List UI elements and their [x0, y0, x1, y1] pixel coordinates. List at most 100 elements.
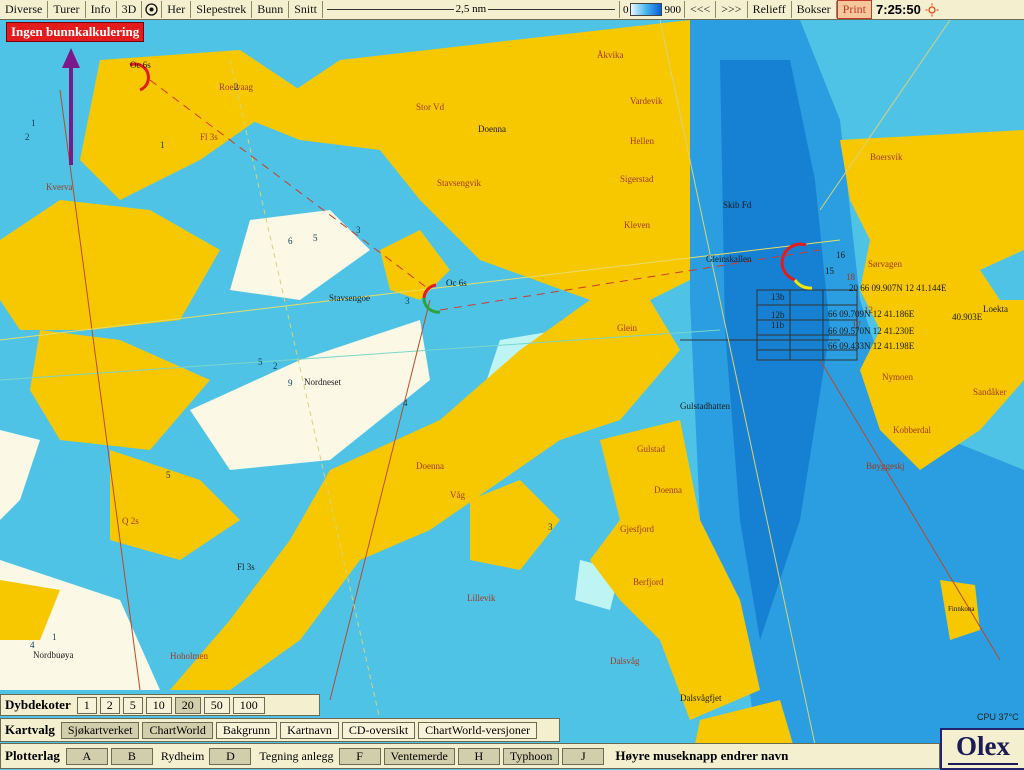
place-label: Gulstad [637, 444, 665, 454]
sun-icon [925, 3, 939, 17]
place-label: Våg [450, 490, 465, 500]
chart-cd-oversikt-button[interactable]: CD-oversikt [341, 721, 416, 739]
depth-contours-panel: Dybdekoter 1 2 5 10 20 50 100 [0, 694, 320, 716]
place-label: Lillevik [467, 593, 496, 603]
place-label: Skib Fd [723, 200, 752, 210]
rename-hint: Høyre museknapp endrer navn [615, 748, 789, 763]
nav-back-button[interactable]: <<< [685, 1, 717, 18]
place-label: Stor Vd [416, 102, 445, 112]
mark-label: 15 [825, 266, 834, 276]
layer-typhoon-button[interactable]: Typhoon [502, 747, 560, 765]
contour-option-20[interactable]: 20 [174, 696, 201, 714]
place-label: Glein [617, 323, 637, 333]
layer-f-button[interactable]: F [338, 747, 381, 765]
olex-logo: Olex [940, 728, 1024, 770]
coordinate-readout: 66 09.570N 12 41.230E [828, 326, 915, 336]
olex-logo-text: Olex [956, 731, 1010, 761]
place-label: Gleinskallen [706, 254, 752, 264]
place-label: Bøyggeskj [866, 461, 905, 471]
snitt-button[interactable]: Snitt [289, 1, 323, 18]
contour-option-100[interactable]: 100 [232, 696, 265, 714]
top-toolbar: Diverse Turer Info 3D Her Slepestrek Bun… [0, 0, 1024, 20]
chart-chartworld-button[interactable]: ChartWorld [142, 721, 213, 739]
layer-tegning-anlegg-button[interactable]: Tegning anlegg [254, 749, 338, 764]
relieff-button[interactable]: Relieff [748, 1, 792, 18]
coordinate-readout: 66 09.709N 12 41.186E [828, 309, 915, 319]
scale-label: 2,5 nm [453, 3, 489, 15]
warning-banner: Ingen bunnkalkulering [6, 22, 145, 42]
place-label: Sørvagen [868, 259, 902, 269]
chart-chartworld-versjoner-button[interactable]: ChartWorld-versjoner [418, 721, 538, 739]
contour-option-10[interactable]: 10 [145, 696, 172, 714]
depth-max-label: 900 [664, 3, 681, 16]
depth-sounding: 4 [403, 398, 408, 408]
depth-sounding: 1 [160, 140, 165, 150]
light-label: Oc 6s [446, 278, 467, 288]
place-label: Finnkona [948, 605, 975, 613]
depth-min-label: 0 [622, 3, 629, 16]
mark-label: 16 [836, 250, 845, 260]
panel-title: Kartvalg [5, 722, 55, 737]
nautical-chart[interactable] [0, 0, 1024, 768]
turer-button[interactable]: Turer [48, 1, 86, 18]
slepestrek-button[interactable]: Slepestrek [191, 1, 253, 18]
cpu-temperature: CPU 37°C [977, 712, 1019, 722]
here-button[interactable]: Her [162, 1, 192, 18]
depth-sounding: 1 [52, 632, 57, 642]
depth-sounding: 4 [30, 640, 35, 650]
place-label: Stavsengvik [437, 178, 481, 188]
contour-option-50[interactable]: 50 [203, 696, 230, 714]
info-button[interactable]: Info [86, 1, 117, 18]
bunn-button[interactable]: Bunn [252, 1, 290, 18]
place-label: Sandåker [973, 387, 1007, 397]
target-icon[interactable] [142, 1, 163, 18]
place-label: Doenna [478, 124, 506, 134]
place-label: Dalsvågfjet [680, 693, 722, 703]
depth-sounding: 3 [405, 296, 410, 306]
coordinate-readout: 20 66 09.907N 12 41.144E [849, 283, 947, 293]
place-label: Stavsengoe [329, 293, 370, 303]
place-label: Doenna [416, 461, 444, 471]
coordinate-readout: 40.903E [952, 312, 983, 322]
depth-sounding: 6 [288, 236, 293, 246]
chart-kartnavn-button[interactable]: Kartnavn [280, 721, 339, 739]
light-label: Q 2s [122, 516, 139, 526]
layer-j-button[interactable]: J [562, 747, 605, 765]
depth-sounding: 3 [548, 522, 553, 532]
light-label: Oc 6s [130, 60, 151, 70]
nav-forward-button[interactable]: >>> [716, 1, 748, 18]
diverse-button[interactable]: Diverse [0, 1, 49, 18]
3d-button[interactable]: 3D [117, 1, 143, 18]
contour-option-1[interactable]: 1 [76, 696, 97, 714]
place-label: Dalsvåg [610, 656, 640, 666]
place-label: Kverva [46, 182, 73, 192]
layer-ventemerde-button[interactable]: Ventemerde [383, 747, 455, 765]
layer-d-button[interactable]: D [209, 747, 252, 765]
place-label: Doenna [654, 485, 682, 495]
depth-sounding: 2 [25, 132, 30, 142]
layer-a-button[interactable]: A [65, 747, 108, 765]
depth-sounding: 9 [288, 378, 293, 388]
mark-label: 18 [846, 272, 855, 282]
chart-choice-panel: Kartvalg Sjøkartverket ChartWorld Bakgru… [0, 718, 560, 742]
light-label: Fl 3s [200, 132, 218, 142]
place-label: Nymoen [882, 372, 913, 382]
place-label: Berfjord [633, 577, 664, 587]
print-button[interactable]: Print [836, 0, 873, 19]
depth-sounding: 3 [356, 225, 361, 235]
place-label: Boersvik [870, 152, 903, 162]
chart-bakgrunn-button[interactable]: Bakgrunn [215, 721, 278, 739]
contour-option-5[interactable]: 5 [122, 696, 143, 714]
layer-h-button[interactable]: H [457, 747, 500, 765]
contour-option-2[interactable]: 2 [99, 696, 120, 714]
chart-sjokartverket-button[interactable]: Sjøkartverket [60, 721, 140, 739]
place-label: Hellen [630, 136, 654, 146]
mark-label: 12b [771, 310, 785, 320]
layer-rydheim-button[interactable]: Rydheim [156, 749, 210, 764]
layer-b-button[interactable]: B [110, 747, 153, 765]
bokser-button[interactable]: Bokser [792, 1, 837, 18]
clock: 7:25:50 [876, 2, 921, 17]
place-label: Kobberdal [893, 425, 931, 435]
place-label: Kleven [624, 220, 650, 230]
depth-color-scale[interactable]: 0 900 [620, 1, 685, 18]
